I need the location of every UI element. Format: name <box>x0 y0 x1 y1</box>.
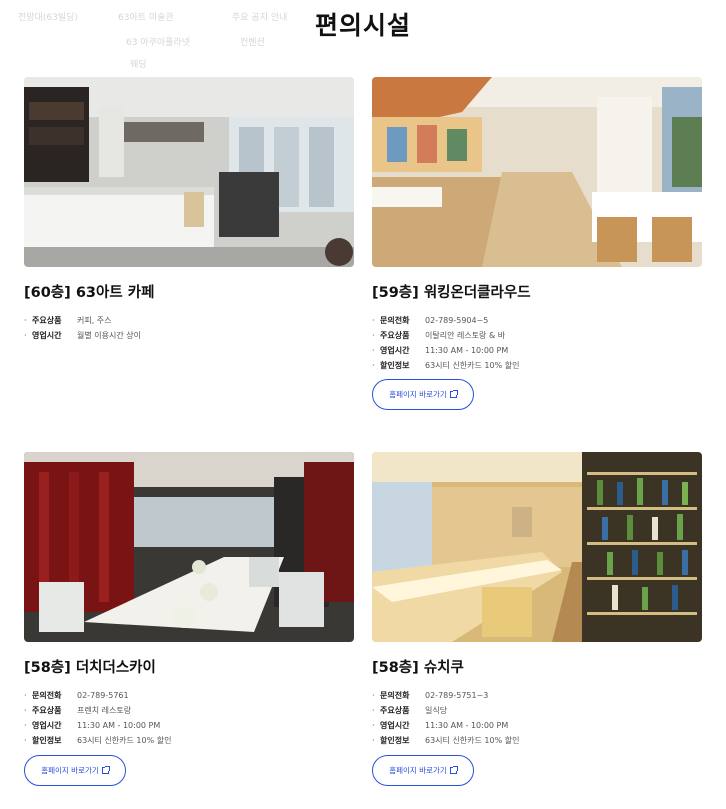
info-label: 영업시간 <box>380 721 410 730</box>
info-label: 주요상품 <box>32 316 62 325</box>
info-value: 월별 이용시간 상이 <box>77 331 141 340</box>
info-value: 02-789-5751~3 <box>425 691 489 700</box>
info-value: 이탈리안 레스토랑 & 바 <box>425 331 506 340</box>
external-link-icon <box>449 390 458 398</box>
info-row: · 영업시간 월별 이용시간 상이 <box>24 331 141 340</box>
ghost-nav-item: 웨딩 <box>130 60 147 70</box>
info-label: 주요상품 <box>380 331 410 340</box>
page-title: 편의시설 <box>314 11 411 40</box>
info-label: 할인정보 <box>380 361 410 370</box>
info-value: 63시티 신한카드 10% 할인 <box>77 736 172 745</box>
info-label: 주요상품 <box>380 706 410 715</box>
info-row: · 문의전화 02-789-5904~5 <box>372 316 489 325</box>
info-value: 11:30 AM - 10:00 PM <box>77 721 161 730</box>
info-value: 63시티 신한카드 10% 할인 <box>425 361 520 370</box>
info-label: 문의전화 <box>380 691 410 700</box>
info-row: · 영업시간 11:30 AM - 10:00 PM <box>24 721 161 730</box>
info-row: · 문의전화 02-789-5761 <box>24 691 129 700</box>
restaurant-photo <box>372 77 702 267</box>
card-title: [59층] 워킹온더클라우드 <box>372 285 531 301</box>
sushi-bar-photo <box>372 452 702 642</box>
info-label: 영업시간 <box>32 721 62 730</box>
homepage-link-button[interactable]: 홈페이지 바로가기 <box>24 755 126 786</box>
card-title: [58층] 더치더스카이 <box>24 660 156 676</box>
info-label: 할인정보 <box>380 736 410 745</box>
facility-card: [58층] 더치더스카이 · 문의전화 02-789-5761 · 주요상품 프렌치 레… <box>24 452 354 748</box>
info-row: · 영업시간 11:30 AM - 10:00 PM <box>372 346 509 355</box>
info-list: · 문의전화 02-789-5761 · 주요상품 프렌치 레스토랑 · 영업시간 11:3… <box>24 688 354 748</box>
homepage-link-label: 홈페이지 바로가기 <box>389 766 447 775</box>
info-value: 02-789-5761 <box>77 691 129 700</box>
info-row: · 문의전화 02-789-5751~3 <box>372 691 489 700</box>
facility-card: [58층] 슈치쿠 · 문의전화 02-789-5751~3 · 주요상품 일식당 · 영… <box>372 452 702 748</box>
info-list: · 주요상품 커피, 주스 · 영업시간 월별 이용시간 상이 <box>24 313 354 343</box>
info-label: 주요상품 <box>32 706 62 715</box>
info-label: 영업시간 <box>380 346 410 355</box>
info-list: · 문의전화 02-789-5751~3 · 주요상품 일식당 · 영업시간 11:30 A… <box>372 688 702 748</box>
info-row: · 할인정보 63시티 신한카드 10% 할인 <box>24 736 172 745</box>
info-label: 영업시간 <box>32 331 62 340</box>
info-label: 문의전화 <box>32 691 62 700</box>
info-row: · 주요상품 일식당 <box>372 706 448 715</box>
info-value: 일식당 <box>425 706 448 715</box>
info-label: 문의전화 <box>380 316 410 325</box>
info-row: · 주요상품 이탈리안 레스토랑 & 바 <box>372 331 506 340</box>
info-row: · 영업시간 11:30 AM - 10:00 PM <box>372 721 509 730</box>
external-link-icon <box>101 766 110 774</box>
homepage-link-button[interactable]: 홈페이지 바로가기 <box>372 379 474 410</box>
external-link-icon <box>449 766 458 774</box>
dining-room-photo <box>24 452 354 642</box>
card-title: [58층] 슈치쿠 <box>372 660 464 676</box>
card-title: [60층] 63아트 카페 <box>24 285 155 301</box>
info-value: 커피, 주스 <box>77 316 112 325</box>
info-list: · 문의전화 02-789-5904~5 · 주요상품 이탈리안 레스토랑 & 바 · 영… <box>372 313 702 373</box>
info-value: 11:30 AM - 10:00 PM <box>425 346 509 355</box>
info-row: · 할인정보 63시티 신한카드 10% 할인 <box>372 361 520 370</box>
info-value: 02-789-5904~5 <box>425 316 489 325</box>
cafe-photo <box>24 77 354 267</box>
info-value: 11:30 AM - 10:00 PM <box>425 721 509 730</box>
info-label: 할인정보 <box>32 736 62 745</box>
homepage-link-label: 홈페이지 바로가기 <box>41 766 99 775</box>
info-row: · 주요상품 커피, 주스 <box>24 316 112 325</box>
info-row: · 할인정보 63시티 신한카드 10% 할인 <box>372 736 520 745</box>
facility-card: [59층] 워킹온더클라우드 · 문의전화 02-789-5904~5 · 주요상품 이… <box>372 77 702 373</box>
info-value: 63시티 신한카드 10% 할인 <box>425 736 520 745</box>
info-value: 프렌치 레스토랑 <box>77 706 132 715</box>
homepage-link-button[interactable]: 홈페이지 바로가기 <box>372 755 474 786</box>
info-row: · 주요상품 프렌치 레스토랑 <box>24 706 132 715</box>
facility-card: [60층] 63아트 카페 · 주요상품 커피, 주스 · 영업시간 월별 이용시간 상… <box>24 77 354 343</box>
homepage-link-label: 홈페이지 바로가기 <box>389 390 447 399</box>
